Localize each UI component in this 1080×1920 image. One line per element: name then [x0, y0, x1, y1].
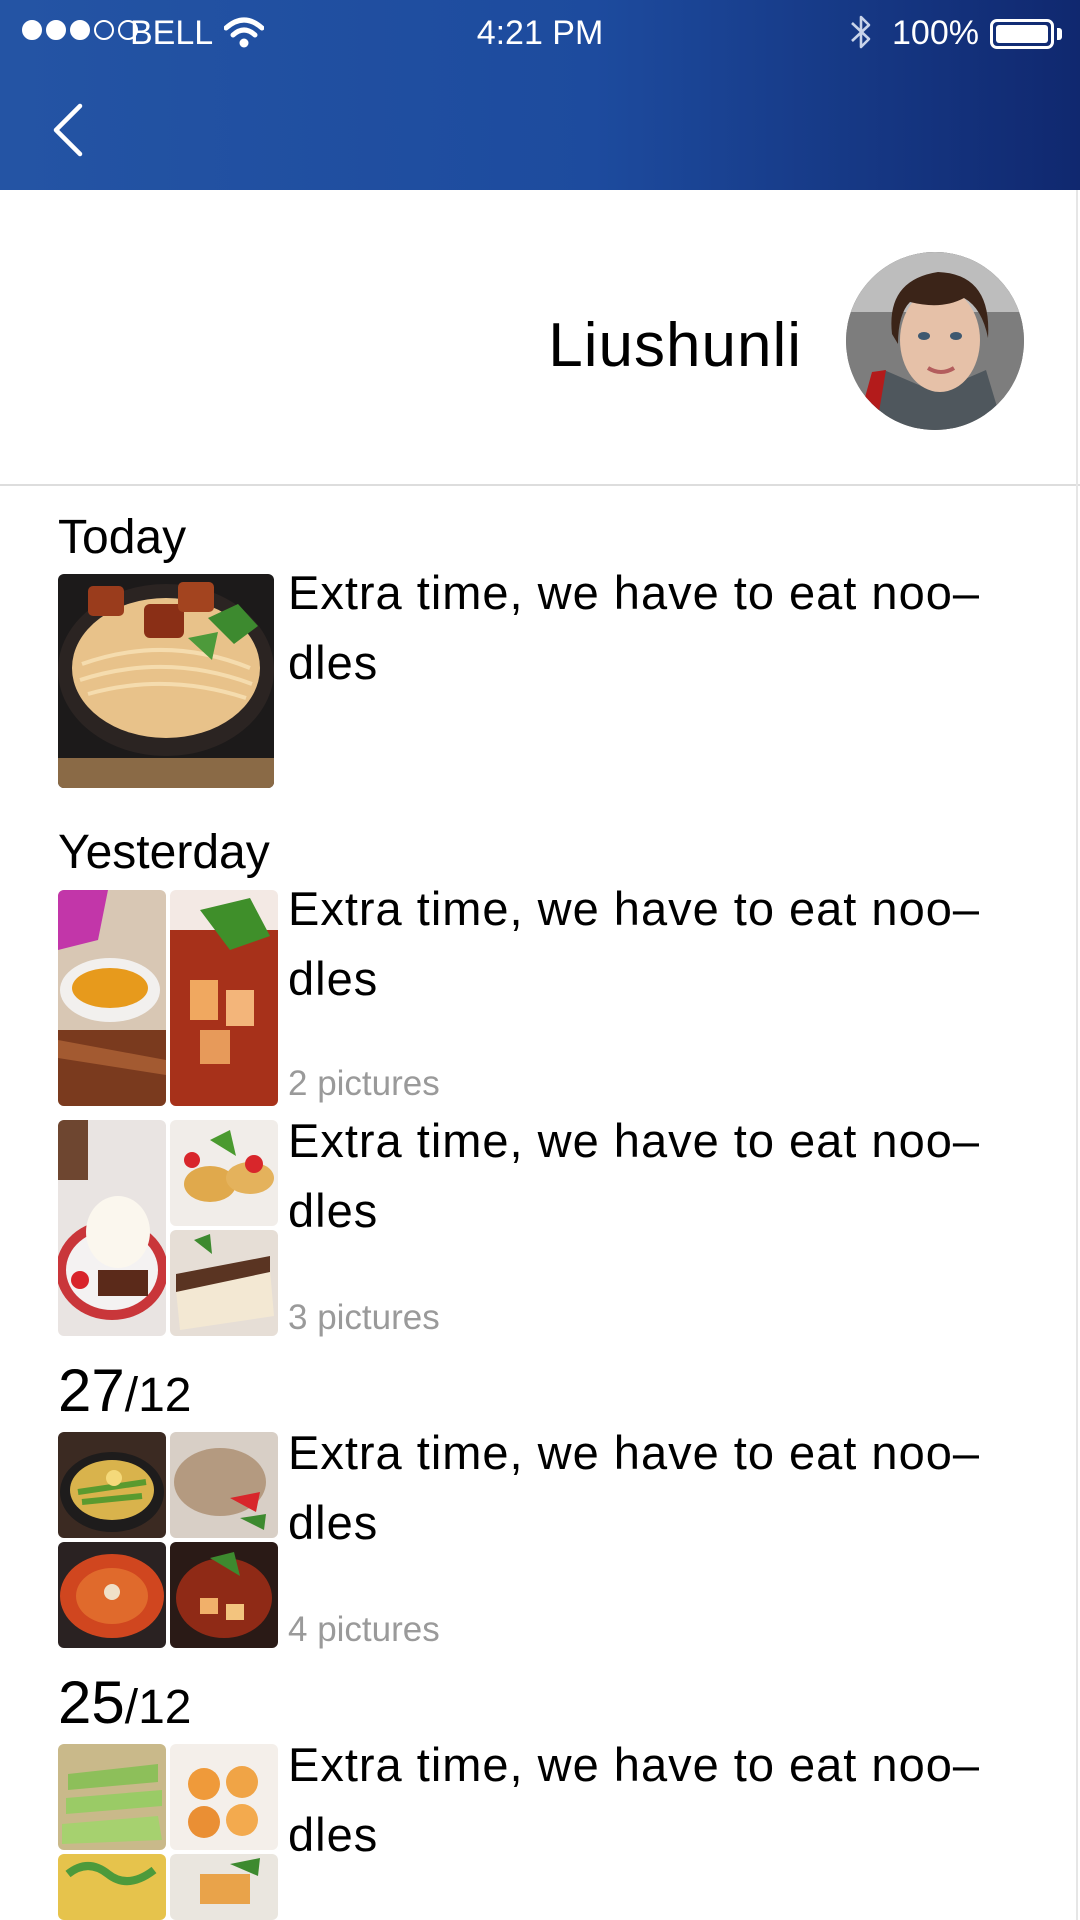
picture-count: 3 pictures [288, 1298, 440, 1337]
picture-count: 2 pictures [288, 1064, 440, 1103]
entry-photo[interactable] [170, 1120, 278, 1226]
section-today: Today [58, 511, 187, 564]
app-header: BELL 4:21 PM 100% [0, 0, 1080, 190]
entry-photo[interactable] [58, 1744, 166, 1850]
battery-icon [990, 19, 1054, 49]
entry-photo[interactable] [58, 890, 166, 1106]
entry-photo[interactable] [170, 1230, 278, 1336]
entry-photo[interactable] [58, 574, 274, 788]
entry-title[interactable]: Extra time, we have to eat noo– dles [288, 874, 1048, 1014]
section-yesterday: Yesterday [58, 826, 270, 879]
entry-title[interactable]: Extra time, we have to eat noo– dles [288, 1106, 1048, 1246]
entry-photo[interactable] [170, 1744, 278, 1850]
profile-name: Liushunli [548, 311, 802, 380]
entry-photo[interactable] [170, 890, 278, 1106]
bluetooth-icon [851, 15, 871, 49]
back-chevron-icon[interactable] [48, 100, 88, 160]
entry-title[interactable]: Extra time, we have to eat noo– dles [288, 558, 1048, 698]
battery-percentage: 100% [892, 14, 979, 52]
profile-header: Liushunli [0, 190, 1080, 486]
entry-photo[interactable] [170, 1854, 278, 1920]
entry-photo[interactable] [170, 1432, 278, 1538]
section-date-27-12: 27/12 [58, 1357, 192, 1424]
battery-tip [1057, 28, 1062, 40]
entry-photo[interactable] [58, 1854, 166, 1920]
status-bar: BELL 4:21 PM 100% [0, 0, 1080, 66]
entry-photo[interactable] [170, 1542, 278, 1648]
picture-count: 4 pictures [288, 1610, 440, 1649]
entry-photo[interactable] [58, 1432, 166, 1538]
section-date-25-12: 25/12 [58, 1669, 192, 1736]
entry-photo[interactable] [58, 1542, 166, 1648]
entry-title[interactable]: Extra time, we have to eat noo– dles [288, 1730, 1048, 1870]
page-edge-divider [1076, 190, 1078, 1920]
entry-photo[interactable] [58, 1120, 166, 1336]
avatar[interactable] [846, 252, 1024, 430]
entry-title[interactable]: Extra time, we have to eat noo– dles [288, 1418, 1048, 1558]
